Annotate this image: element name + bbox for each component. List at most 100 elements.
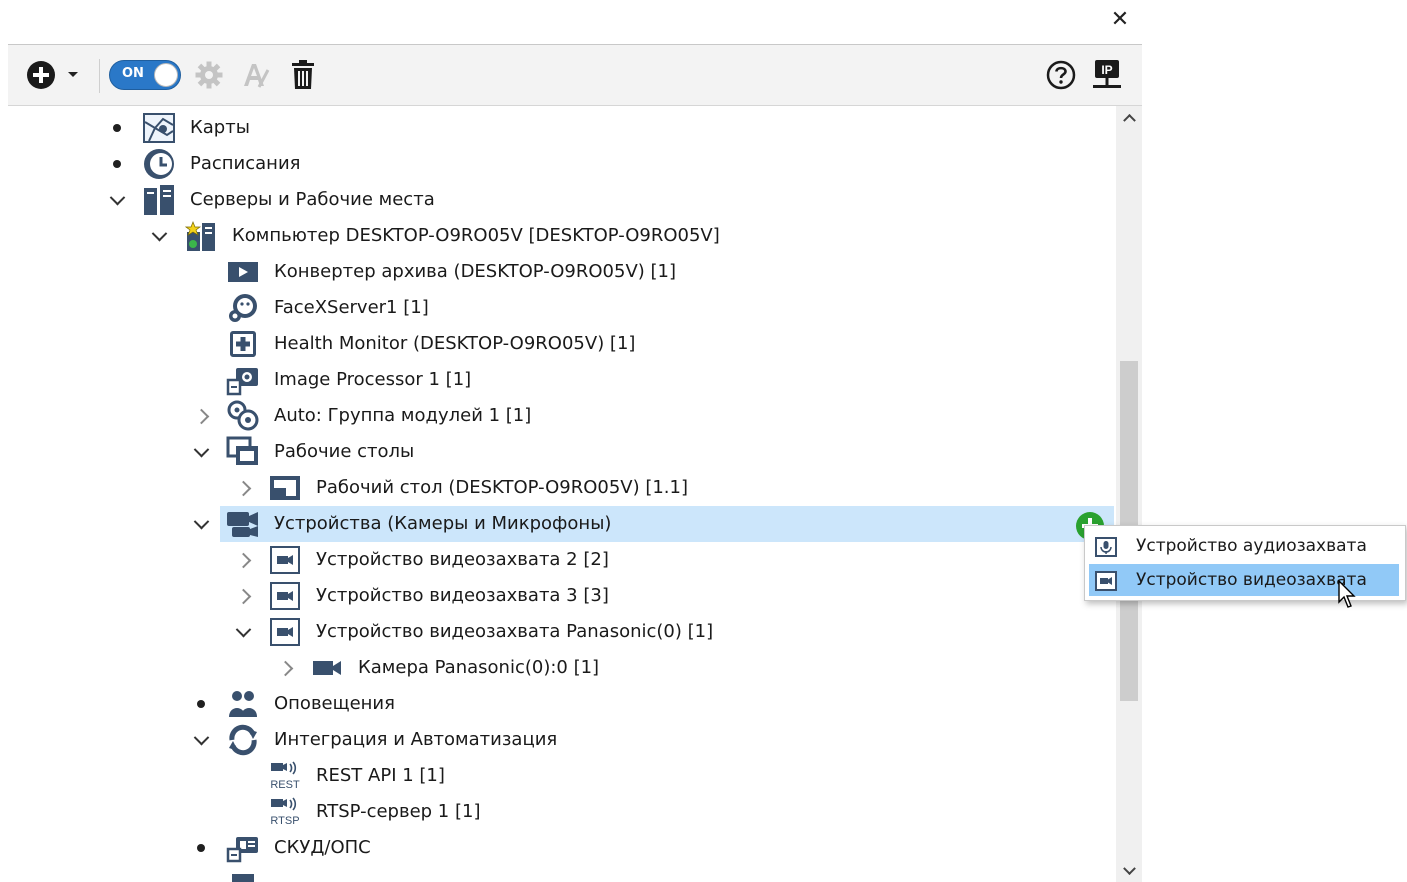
tree-item[interactable]: Устройство видеозахвата 2 [2] (8, 542, 1108, 578)
integration-icon (226, 724, 260, 756)
help-button[interactable] (1044, 59, 1078, 91)
microphone-icon (1095, 536, 1117, 557)
devices-icon (226, 508, 260, 540)
on-off-toggle[interactable]: ON (109, 60, 181, 90)
tree-item-label: Оповещения (274, 693, 395, 714)
tree-item[interactable]: Health Monitor (DESKTOP-O9RO05V) [1] (8, 326, 1108, 362)
menu-item-label: Устройство аудиозахвата (1136, 536, 1367, 556)
tree-item-label: Health Monitor (DESKTOP-O9RO05V) [1] (274, 333, 636, 354)
ip-network-button[interactable]: IP (1090, 59, 1124, 91)
desktops-icon (226, 436, 260, 468)
expand-toggle[interactable] (108, 182, 126, 218)
question-icon (1046, 60, 1076, 90)
expand-toggle[interactable] (234, 470, 252, 506)
close-window-button[interactable]: ✕ (1106, 6, 1134, 34)
video-capture-icon (268, 580, 302, 612)
add-dropdown-button[interactable] (64, 59, 82, 91)
expand-toggle[interactable] (192, 398, 210, 434)
tree-item[interactable]: FaceXServer1 [1] (8, 290, 1108, 326)
configuration-panel: ON IP Карты Расписания Серверы и Рабочие… (8, 44, 1142, 882)
access-control-icon (226, 832, 260, 864)
rename-button[interactable] (238, 59, 272, 91)
tree-item[interactable]: Компьютер DESKTOP-O9RO05V [DESKTOP-O9RO0… (8, 218, 1108, 254)
face-server-icon (226, 292, 260, 324)
expand-toggle[interactable] (276, 650, 294, 686)
expand-toggle[interactable] (192, 434, 210, 470)
tree-item-label: Устройство видеозахвата 2 [2] (316, 549, 609, 570)
object-tree: Карты Расписания Серверы и Рабочие места… (8, 106, 1114, 882)
plus-circle-icon (27, 61, 55, 89)
map-icon (142, 112, 176, 144)
svg-text:IP: IP (1101, 63, 1112, 77)
tree-item[interactable]: Auto: Группа модулей 1 [1] (8, 398, 1108, 434)
tree-item-label: Конвертер архива (DESKTOP-O9RO05V) [1] (274, 261, 677, 282)
tree-item-label: REST API 1 [1] (316, 765, 445, 786)
scroll-up-button[interactable] (1116, 106, 1142, 128)
tree-item-label: Рабочий стол (DESKTOP-O9RO05V) [1.1] (316, 477, 689, 498)
mouse-pointer-icon (1338, 580, 1356, 608)
tree-item[interactable]: REST REST API 1 [1] (8, 758, 1108, 794)
caret-down-icon (68, 72, 78, 77)
camera-icon (310, 652, 344, 684)
tree-item-label: Рабочие столы (274, 441, 415, 462)
tree-item[interactable]: Рабочие столы (8, 434, 1108, 470)
module-group-icon (226, 400, 260, 432)
menu-item-label: Устройство видеозахвата (1136, 570, 1367, 590)
tree-item[interactable]: Image Processor 1 [1] (8, 362, 1108, 398)
tree-item-label: Карты (190, 117, 250, 138)
expand-toggle[interactable] (234, 542, 252, 578)
expand-toggle[interactable] (234, 614, 252, 650)
tree-item[interactable]: СКУД/ОПС (8, 830, 1108, 866)
desktop-icon (268, 472, 302, 504)
add-object-button[interactable] (24, 59, 58, 91)
tree-item[interactable]: RTSP RTSP-сервер 1 [1] (8, 794, 1108, 830)
rtsp-icon-text: RTSP (270, 815, 299, 827)
computer-server-icon (184, 220, 218, 252)
tree-item-label: Камера Panasonic(0):0 [1] (358, 657, 600, 678)
expand-toggle[interactable] (192, 506, 210, 542)
tree-item[interactable]: Конвертер архива (DESKTOP-O9RO05V) [1] (8, 254, 1108, 290)
tree-item-label: СКУД/ОПС (274, 837, 371, 858)
clock-icon (142, 148, 176, 180)
tree-item[interactable]: Устройство видеозахвата 3 [3] (8, 578, 1108, 614)
menu-item-audio-capture[interactable]: Устройство аудиозахвата (1089, 530, 1399, 562)
health-monitor-icon (226, 328, 260, 360)
tree-item[interactable]: Оповещения (8, 686, 1108, 722)
tree-item[interactable]: Интеграция и Автоматизация (8, 722, 1108, 758)
tree-item[interactable]: Расписания (8, 146, 1108, 182)
delete-button[interactable] (286, 59, 320, 91)
archive-converter-icon (226, 256, 260, 288)
rename-icon (244, 64, 270, 88)
tree-item-label: Устройство видеозахвата 3 [3] (316, 585, 609, 606)
tree-item-partial (226, 870, 260, 882)
tree-item-label: Расписания (190, 153, 301, 174)
rtsp-server-icon: RTSP (268, 796, 302, 828)
video-capture-icon (268, 616, 302, 648)
tree-item-label: Устройство видеозахвата Panasonic(0) [1] (316, 621, 714, 642)
expand-toggle[interactable] (234, 578, 252, 614)
tree-item[interactable]: Карты (8, 110, 1108, 146)
rest-icon-text: REST (270, 779, 300, 791)
tree-bullet (108, 110, 126, 146)
tree-item[interactable]: Камера Panasonic(0):0 [1] (8, 650, 1108, 686)
tree-item-label: Интеграция и Автоматизация (274, 729, 558, 750)
toggle-label: ON (122, 66, 144, 81)
tree-item[interactable]: Серверы и Рабочие места (8, 182, 1108, 218)
expand-toggle[interactable] (192, 722, 210, 758)
tree-item[interactable]: Устройство видеозахвата Panasonic(0) [1] (8, 614, 1108, 650)
toggle-knob (154, 63, 178, 87)
image-processor-icon (226, 364, 260, 396)
settings-button[interactable] (192, 59, 226, 91)
tree-item-label: Image Processor 1 [1] (274, 369, 472, 390)
expand-toggle[interactable] (150, 218, 168, 254)
tree-item[interactable]: Рабочий стол (DESKTOP-O9RO05V) [1.1] (8, 470, 1108, 506)
gear-icon (195, 61, 223, 89)
video-capture-icon (268, 544, 302, 576)
tree-item-label: Auto: Группа модулей 1 [1] (274, 405, 532, 426)
tree-item-selected[interactable]: Устройства (Камеры и Микрофоны) (193, 506, 1114, 542)
tree-item-label: Серверы и Рабочие места (190, 189, 435, 210)
tree-item-label: Устройства (Камеры и Микрофоны) (274, 513, 612, 534)
scroll-down-button[interactable] (1116, 860, 1142, 882)
vertical-scrollbar[interactable] (1116, 106, 1142, 882)
toolbar: ON IP (8, 45, 1142, 106)
